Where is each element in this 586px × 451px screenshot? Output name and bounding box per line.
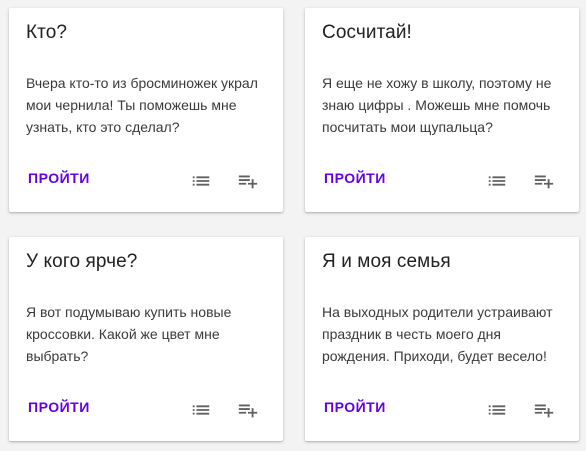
playlist-add-icon[interactable] <box>531 397 557 423</box>
list-icon[interactable] <box>188 168 214 194</box>
playlist-add-icon[interactable] <box>235 397 261 423</box>
card-title: Сосчитай! <box>322 22 412 43</box>
list-icon[interactable] <box>188 397 214 423</box>
task-card: Кто? Вчера кто-то из бросминожек украл м… <box>9 8 283 212</box>
start-button[interactable]: ПРОЙТИ <box>316 397 394 417</box>
card-description: Я вот подумываю купить новые кроссовки. … <box>26 304 232 364</box>
card-title: Я и моя семья <box>322 251 451 272</box>
card-description: На выходных родители устраивают праздник… <box>322 304 553 364</box>
card-description: Я еще не хожу в школу, поэтому не знаю ц… <box>322 75 552 135</box>
start-button[interactable]: ПРОЙТИ <box>20 168 98 188</box>
card-title: Кто? <box>26 22 68 43</box>
list-icon[interactable] <box>484 168 510 194</box>
card-title: У кого ярче? <box>26 251 138 272</box>
start-button[interactable]: ПРОЙТИ <box>316 168 394 188</box>
task-card: Сосчитай! Я еще не хожу в школу, поэтому… <box>305 8 579 212</box>
start-button[interactable]: ПРОЙТИ <box>20 397 98 417</box>
card-description: Вчера кто-то из бросминожек украл мои че… <box>26 75 258 135</box>
task-card: У кого ярче? Я вот подумываю купить новы… <box>9 237 283 441</box>
list-icon[interactable] <box>484 397 510 423</box>
task-card: Я и моя семья На выходных родители устра… <box>305 237 579 441</box>
playlist-add-icon[interactable] <box>531 168 557 194</box>
playlist-add-icon[interactable] <box>235 168 261 194</box>
